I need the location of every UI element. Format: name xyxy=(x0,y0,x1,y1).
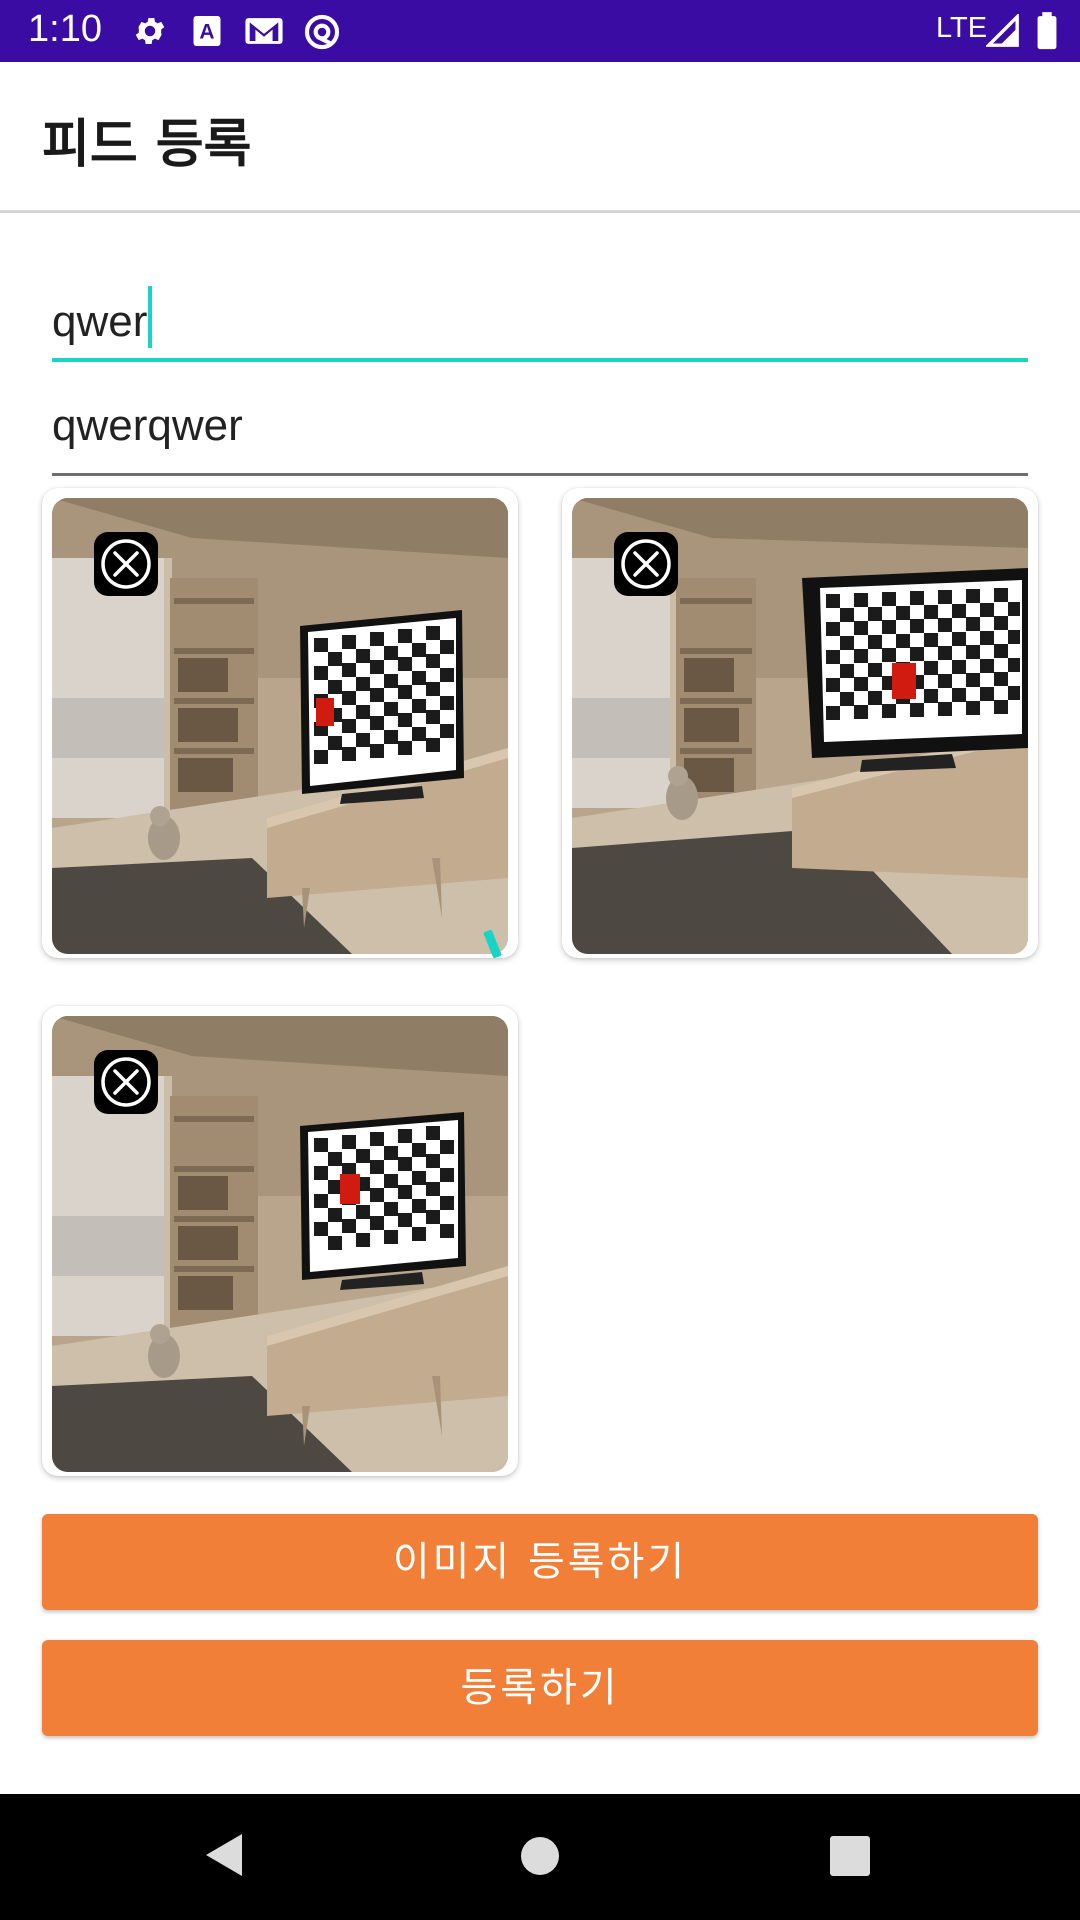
title-input[interactable]: qwer xyxy=(52,278,1028,362)
close-icon xyxy=(101,539,151,589)
home-icon[interactable] xyxy=(520,1836,560,1880)
add-image-button[interactable]: 이미지 등록하기 xyxy=(42,1514,1038,1610)
feed-register-screen: 1:10 A LTE 피드 등록 qwer qwerqwer 이미지 등록하기 … xyxy=(0,0,1080,1920)
close-icon xyxy=(101,1057,151,1107)
gmail-icon xyxy=(244,13,284,53)
status-time: 1:10 xyxy=(28,8,102,50)
title-input-value: qwer xyxy=(52,286,153,348)
room-photo[interactable] xyxy=(572,498,1028,954)
battery-icon xyxy=(1036,12,1058,54)
room-photo[interactable] xyxy=(52,498,508,954)
back-icon[interactable] xyxy=(204,1832,244,1882)
image-card-2 xyxy=(562,488,1038,958)
content-input[interactable]: qwerqwer xyxy=(52,393,1028,476)
navigation-bar xyxy=(0,1794,1080,1920)
image-card-3 xyxy=(42,1006,518,1476)
content-input-value: qwerqwer xyxy=(52,401,243,450)
remove-image-button[interactable] xyxy=(94,532,158,596)
text-cursor xyxy=(148,286,153,348)
submit-button[interactable]: 등록하기 xyxy=(42,1640,1038,1736)
gear-icon xyxy=(132,13,168,53)
status-bar: 1:10 A LTE xyxy=(0,0,1080,62)
signal-icon xyxy=(984,12,1020,52)
remove-image-button[interactable] xyxy=(614,532,678,596)
page-title: 피드 등록 xyxy=(42,115,252,175)
recents-icon[interactable] xyxy=(830,1836,870,1880)
image-card-1 xyxy=(42,488,518,958)
app-bar: 피드 등록 xyxy=(0,62,1080,213)
room-photo[interactable] xyxy=(52,1016,508,1472)
svg-text:A: A xyxy=(199,21,214,44)
close-icon xyxy=(621,539,671,589)
network-type: LTE xyxy=(936,12,988,44)
remove-image-button[interactable] xyxy=(94,1050,158,1114)
at-sign-icon xyxy=(303,13,341,55)
text-a-icon: A xyxy=(192,13,222,53)
